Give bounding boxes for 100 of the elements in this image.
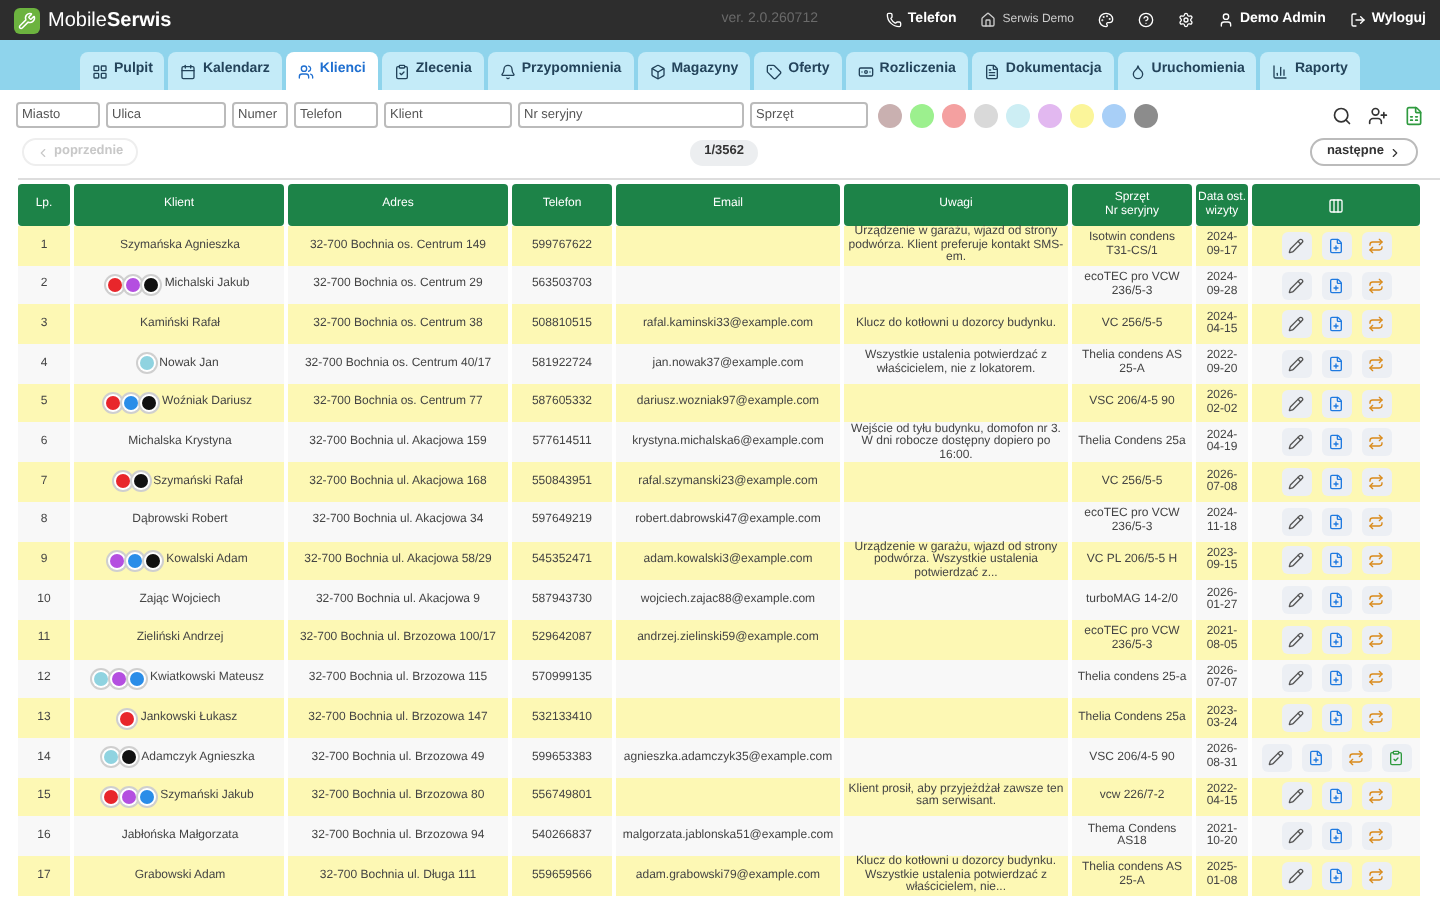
pencil-icon	[1288, 513, 1304, 530]
add-document-button[interactable]	[1321, 271, 1351, 300]
edit-button[interactable]	[1281, 428, 1311, 457]
add-document-button[interactable]	[1321, 546, 1351, 575]
color-filter-swatch[interactable]	[1070, 103, 1094, 127]
color-filter-swatch[interactable]	[1102, 103, 1126, 127]
recurring-button[interactable]	[1361, 349, 1391, 378]
recurring-button[interactable]	[1361, 704, 1391, 733]
repeat-icon	[1368, 277, 1384, 294]
repeat-icon	[1368, 513, 1384, 530]
repeat-icon	[1368, 710, 1384, 727]
repeat-icon	[1368, 788, 1384, 805]
color-filter-swatch[interactable]	[910, 103, 934, 127]
repeat-icon	[1368, 237, 1384, 254]
pencil-icon	[1288, 592, 1304, 609]
tag-icon	[766, 63, 783, 79]
file-plus-icon	[1328, 355, 1344, 372]
color-filter-swatch[interactable]	[1134, 103, 1158, 127]
color-filter-swatch[interactable]	[1038, 103, 1062, 127]
recurring-button[interactable]	[1361, 428, 1391, 457]
edit-button[interactable]	[1281, 664, 1311, 693]
recurring-button[interactable]	[1361, 231, 1391, 260]
edit-button[interactable]	[1281, 546, 1311, 575]
color-filter-swatch[interactable]	[974, 103, 998, 127]
recurring-button[interactable]	[1361, 467, 1391, 496]
users-icon	[297, 63, 314, 79]
file-plus-icon	[1328, 592, 1344, 609]
recurring-button[interactable]	[1361, 861, 1391, 890]
add-document-button[interactable]	[1321, 389, 1351, 418]
clipboard-check-icon	[1388, 749, 1404, 766]
spreadsheet-export-icon[interactable]	[1404, 105, 1424, 125]
recurring-button[interactable]	[1341, 743, 1371, 772]
edit-button[interactable]	[1281, 861, 1311, 890]
chevron-right-icon	[1387, 145, 1402, 159]
pencil-icon	[1288, 473, 1304, 490]
user-icon	[1217, 12, 1234, 28]
recurring-button[interactable]	[1361, 782, 1391, 811]
pencil-icon	[1288, 395, 1304, 412]
add-document-button[interactable]	[1321, 467, 1351, 496]
add-document-button[interactable]	[1321, 507, 1351, 536]
add-user-icon[interactable]	[1368, 105, 1388, 125]
add-document-button[interactable]	[1321, 428, 1351, 457]
file-plus-icon	[1328, 631, 1344, 648]
add-document-button[interactable]	[1321, 861, 1351, 890]
repeat-icon	[1348, 749, 1364, 766]
document-icon	[983, 63, 1000, 79]
repeat-icon	[1368, 592, 1384, 609]
edit-button[interactable]	[1281, 467, 1311, 496]
add-document-button[interactable]	[1321, 704, 1351, 733]
file-plus-icon	[1328, 828, 1344, 845]
recurring-button[interactable]	[1361, 271, 1391, 300]
edit-button[interactable]	[1281, 586, 1311, 615]
edit-button[interactable]	[1281, 625, 1311, 654]
pencil-icon	[1288, 670, 1304, 687]
chevron-left-icon	[36, 145, 50, 159]
help-icon[interactable]	[1137, 12, 1154, 28]
pencil-icon	[1288, 788, 1304, 805]
repeat-icon	[1368, 316, 1384, 333]
bell-icon	[499, 63, 516, 79]
recurring-button[interactable]	[1361, 664, 1391, 693]
report-button[interactable]	[1381, 743, 1411, 772]
recurring-button[interactable]	[1361, 586, 1391, 615]
search-icon[interactable]	[1332, 105, 1352, 125]
repeat-icon	[1368, 434, 1384, 451]
color-filter-swatch[interactable]	[878, 103, 902, 127]
recurring-button[interactable]	[1361, 389, 1391, 418]
edit-button[interactable]	[1281, 231, 1311, 260]
color-filter-swatch[interactable]	[942, 103, 966, 127]
add-document-button[interactable]	[1321, 349, 1351, 378]
settings-icon[interactable]	[1177, 12, 1194, 28]
palette-icon[interactable]	[1097, 12, 1114, 28]
add-document-button[interactable]	[1321, 664, 1351, 693]
columns-icon	[1328, 197, 1344, 213]
edit-button[interactable]	[1281, 782, 1311, 811]
banknote-icon	[857, 63, 874, 79]
edit-button[interactable]	[1261, 743, 1291, 772]
repeat-icon	[1368, 867, 1384, 884]
add-document-button[interactable]	[1321, 310, 1351, 339]
recurring-button[interactable]	[1361, 822, 1391, 851]
add-document-button[interactable]	[1321, 782, 1351, 811]
recurring-button[interactable]	[1361, 507, 1391, 536]
recurring-button[interactable]	[1361, 546, 1391, 575]
edit-button[interactable]	[1281, 822, 1311, 851]
phone-icon	[885, 12, 902, 28]
color-filter-swatch[interactable]	[1006, 103, 1030, 127]
repeat-icon	[1368, 473, 1384, 490]
edit-button[interactable]	[1281, 507, 1311, 536]
add-document-button[interactable]	[1321, 231, 1351, 260]
edit-button[interactable]	[1281, 704, 1311, 733]
edit-button[interactable]	[1281, 271, 1311, 300]
add-document-button[interactable]	[1321, 625, 1351, 654]
edit-button[interactable]	[1281, 349, 1311, 378]
add-document-button[interactable]	[1321, 586, 1351, 615]
edit-button[interactable]	[1281, 389, 1311, 418]
add-document-button[interactable]	[1301, 743, 1331, 772]
recurring-button[interactable]	[1361, 625, 1391, 654]
recurring-button[interactable]	[1361, 310, 1391, 339]
add-document-button[interactable]	[1321, 822, 1351, 851]
file-plus-icon	[1328, 434, 1344, 451]
edit-button[interactable]	[1281, 310, 1311, 339]
